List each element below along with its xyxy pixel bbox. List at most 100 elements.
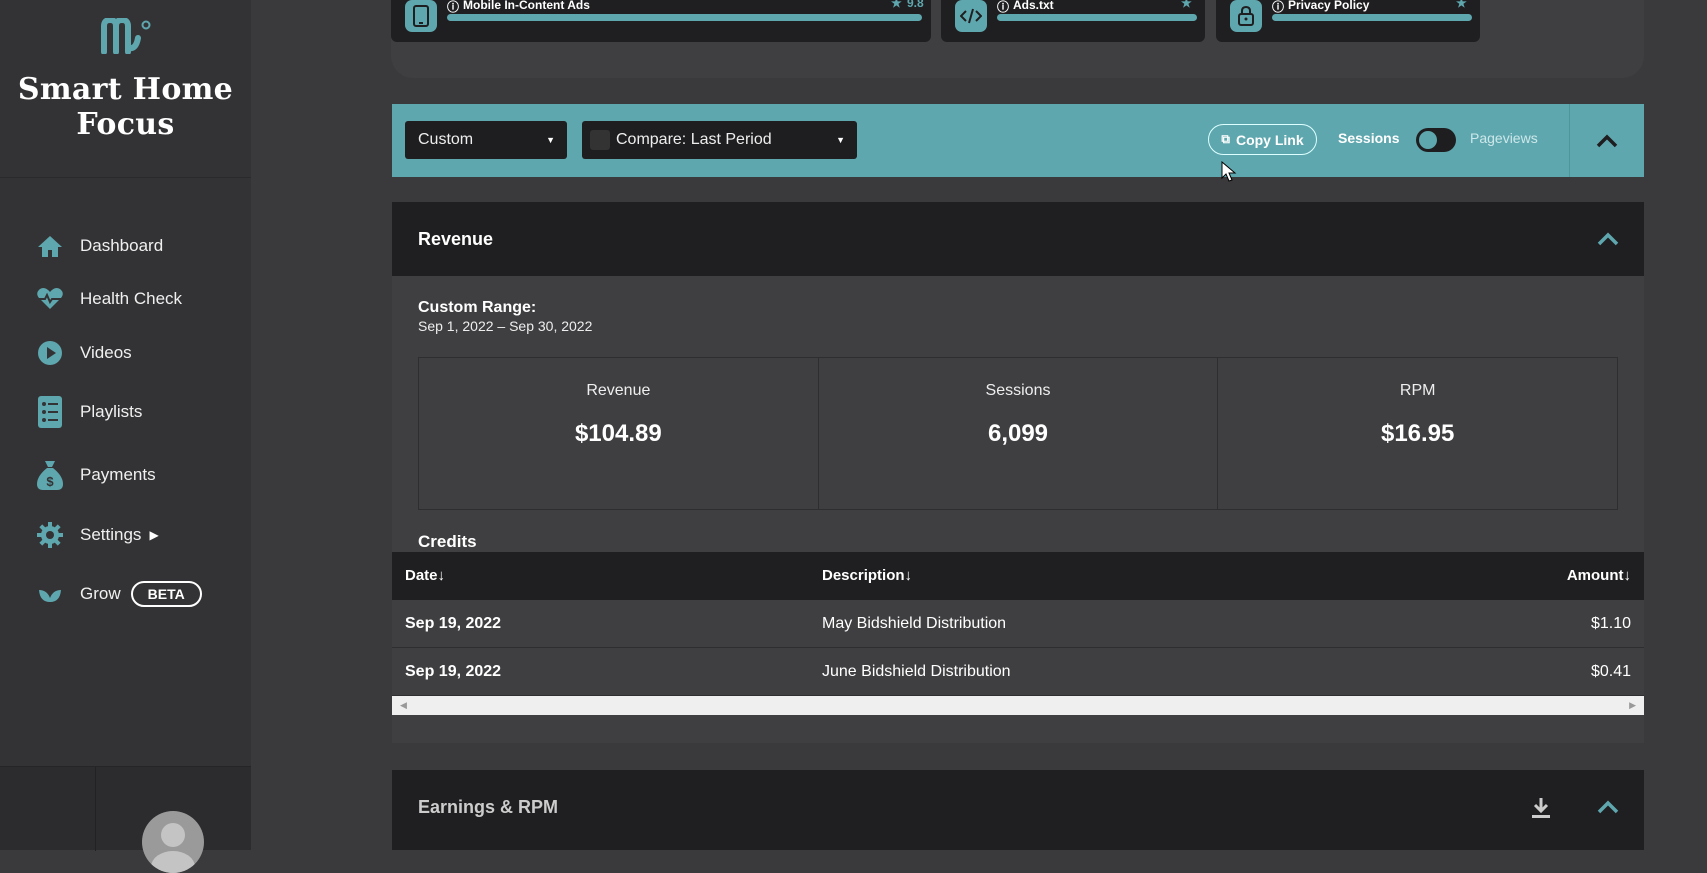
stat-sessions: Sessions 6,099 <box>819 358 1219 509</box>
sidebar-item-label: Playlists <box>80 402 143 421</box>
beta-badge: BETA <box>130 581 202 607</box>
list-icon <box>36 396 64 428</box>
sidebar-footer <box>0 766 251 873</box>
cell-description: May Bidshield Distribution <box>822 615 1007 632</box>
table-row: Sep 19, 2022 June Bidshield Distribution… <box>392 648 1644 696</box>
pageviews-label: Pageviews <box>1470 130 1538 146</box>
sidebar-item-payments[interactable]: $ Payments <box>0 459 156 491</box>
copy-icon: ⧉ <box>1221 132 1230 146</box>
health-card-title: Ads.txt <box>1013 0 1054 12</box>
sidebar-item-label: Settings <box>80 525 142 544</box>
sidebar: Smart Home Focus Dashboard Health Check … <box>0 0 251 873</box>
panel-title: Revenue <box>418 229 494 249</box>
cell-amount: $1.10 <box>1590 615 1631 632</box>
column-header-date[interactable]: Date↓ <box>405 567 445 584</box>
compare-select[interactable]: Compare: Last Period ▼ <box>582 121 857 159</box>
column-header-amount[interactable]: Amount↓ <box>1567 567 1631 584</box>
compare-checkbox[interactable] <box>590 130 610 150</box>
info-icon[interactable]: ⓘ <box>1272 0 1284 15</box>
health-card-mobile-ads[interactable]: ⓘ Mobile In-Content Ads ★ 9.8 <box>391 0 931 42</box>
date-range-select[interactable]: Custom ▼ <box>405 121 567 159</box>
info-icon[interactable]: ⓘ <box>447 0 459 15</box>
sidebar-item-videos[interactable]: Videos <box>0 337 132 369</box>
credits-title: Credits <box>418 532 477 551</box>
date-range-value: Custom <box>418 131 474 148</box>
custom-range-label: Custom Range: <box>418 299 537 316</box>
revenue-panel: Revenue Custom Range: Sep 1, 2022 – Sep … <box>392 202 1644 743</box>
health-score: 9.8 <box>907 0 924 10</box>
chevron-up-icon[interactable] <box>1597 800 1619 814</box>
stat-label: Revenue <box>586 382 651 399</box>
sidebar-item-label: Payments <box>80 465 156 484</box>
toggle-knob <box>1419 131 1437 149</box>
revenue-stats: Revenue $104.89 Sessions 6,099 RPM $16.9… <box>418 357 1618 510</box>
report-toolbar: Custom ▼ Compare: Last Period ▼ ⧉ Copy L… <box>392 104 1644 182</box>
health-card-title: Privacy Policy <box>1288 0 1370 12</box>
brand: Smart Home Focus <box>0 0 251 178</box>
sidebar-item-grow[interactable]: Grow BETA <box>0 578 202 610</box>
stat-label: RPM <box>1399 382 1436 399</box>
table-header: Date↓ Description↓ Amount↓ <box>392 552 1644 600</box>
health-card-ads-txt[interactable]: ⓘ Ads.txt ★ <box>941 0 1205 42</box>
scroll-right-arrow-icon[interactable]: ▶ <box>1629 700 1636 711</box>
stat-value: $104.89 <box>574 420 662 447</box>
leaf-icon <box>36 580 64 608</box>
info-icon[interactable]: ⓘ <box>997 0 1009 15</box>
code-icon <box>955 0 987 32</box>
mouse-cursor-icon <box>1221 161 1237 182</box>
cell-amount: $0.41 <box>1590 663 1631 680</box>
cell-date: Sep 19, 2022 <box>405 615 502 632</box>
brand-logo[interactable] <box>0 0 251 54</box>
caret-right-icon: ▶ <box>149 528 159 542</box>
panel-title: Earnings & RPM <box>418 797 559 817</box>
stat-value: 6,099 <box>987 420 1049 447</box>
custom-range-dates: Sep 1, 2022 – Sep 30, 2022 <box>418 318 593 334</box>
lock-icon <box>1230 0 1262 32</box>
download-icon[interactable] <box>1530 796 1552 820</box>
sidebar-item-label: Dashboard <box>80 236 164 255</box>
sessions-label: Sessions <box>1338 130 1400 146</box>
sessions-pageviews-toggle[interactable] <box>1416 128 1456 152</box>
compare-value: Compare: Last Period <box>616 131 772 148</box>
brand-name: Smart Home Focus <box>17 72 234 142</box>
health-score-bar <box>447 14 922 21</box>
cell-description: June Bidshield Distribution <box>822 663 1011 680</box>
sidebar-item-label: Videos <box>80 343 132 362</box>
earnings-rpm-panel[interactable]: Earnings & RPM <box>392 770 1644 850</box>
star-icon: ★ <box>1181 0 1192 10</box>
revenue-panel-header[interactable]: Revenue <box>392 202 1644 276</box>
chevron-up-icon[interactable] <box>1597 232 1619 246</box>
divider <box>95 767 96 851</box>
column-header-description[interactable]: Description↓ <box>822 567 912 584</box>
health-score-bar <box>997 14 1197 21</box>
table-row: Sep 19, 2022 May Bidshield Distribution … <box>392 600 1644 648</box>
sidebar-item-settings[interactable]: Settings ▶ <box>0 519 159 551</box>
health-score-bar <box>1272 14 1472 21</box>
toolbar-collapse-button[interactable] <box>1569 104 1644 177</box>
stat-value: $16.95 <box>1380 420 1455 447</box>
main-content: ⓘ Mobile In-Content Ads ★ 9.8 ⓘ Ads.txt … <box>251 0 1707 850</box>
credits-table: Date↓ Description↓ Amount↓ Sep 19, 2022 … <box>392 552 1644 696</box>
sidebar-item-label: Health Check <box>80 289 183 308</box>
avatar[interactable] <box>142 811 204 873</box>
scroll-left-arrow-icon[interactable]: ◀ <box>400 700 407 711</box>
mobile-icon <box>405 0 437 32</box>
money-bag-icon: $ <box>36 461 64 490</box>
heartbeat-icon <box>36 285 64 313</box>
horizontal-scrollbar[interactable]: ◀ ▶ <box>392 696 1644 715</box>
sidebar-item-playlists[interactable]: Playlists <box>0 396 142 428</box>
health-card-privacy-policy[interactable]: ⓘ Privacy Policy ★ <box>1216 0 1480 42</box>
chevron-up-icon <box>1596 134 1618 147</box>
copy-link-button[interactable]: ⧉ Copy Link <box>1208 124 1317 155</box>
stat-label: Sessions <box>985 382 1051 399</box>
star-icon: ★ <box>891 0 902 10</box>
caret-down-icon: ▼ <box>836 135 845 145</box>
star-icon: ★ <box>1456 0 1467 10</box>
gear-icon <box>36 521 64 549</box>
cell-date: Sep 19, 2022 <box>405 663 502 680</box>
caret-down-icon: ▼ <box>546 135 555 145</box>
home-icon <box>36 232 64 260</box>
sidebar-item-health-check[interactable]: Health Check <box>0 283 182 315</box>
sidebar-item-dashboard[interactable]: Dashboard <box>0 230 163 262</box>
health-check-cards: ⓘ Mobile In-Content Ads ★ 9.8 ⓘ Ads.txt … <box>391 0 1644 78</box>
